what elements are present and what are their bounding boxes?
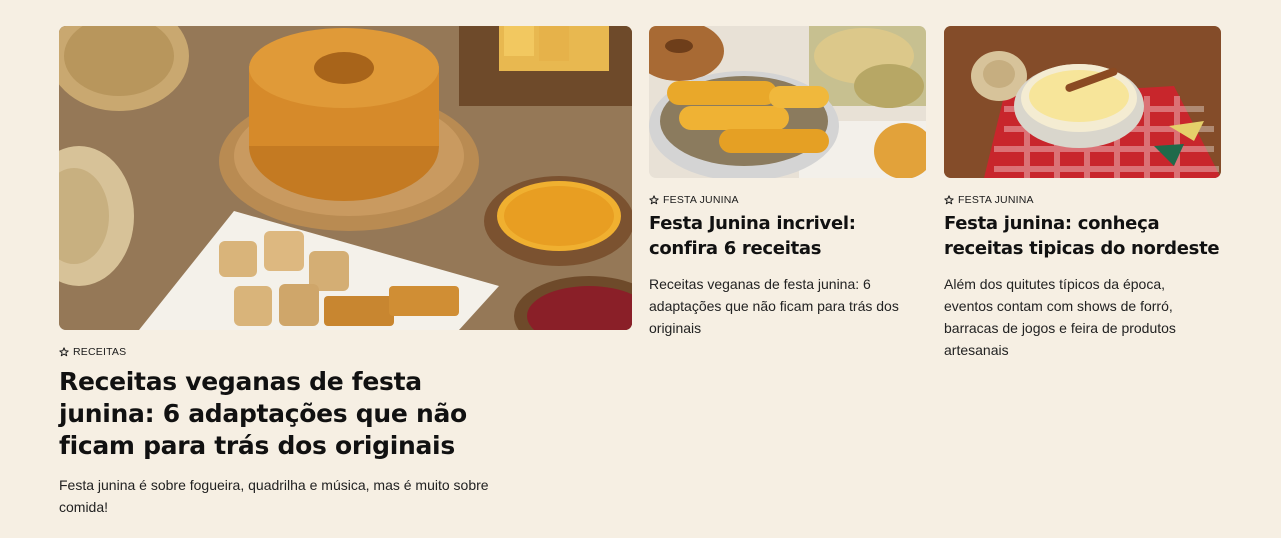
star-outline-icon — [944, 195, 954, 205]
article-card-featured[interactable]: RECEITAS Receitas veganas de festa junin… — [59, 26, 632, 518]
article-image-featured[interactable] — [59, 26, 632, 330]
article-title-featured[interactable]: Receitas veganas de festa junina: 6 adap… — [59, 366, 519, 462]
article-card-2[interactable]: FESTA JUNINA Festa Junina incrivel: conf… — [649, 26, 926, 339]
food-photo-corn-bowl — [649, 26, 926, 178]
article-title-2[interactable]: Festa Junina incrivel: confira 6 receita… — [649, 211, 926, 261]
article-description-3: Além dos quitutes típicos da época, even… — [944, 276, 1176, 358]
food-photo-cake-corn — [59, 26, 632, 330]
article-title-3[interactable]: Festa junina: conheça receitas tipicas d… — [944, 211, 1221, 261]
star-outline-icon — [649, 195, 659, 205]
food-photo-canjica — [944, 26, 1221, 178]
star-outline-icon — [59, 347, 69, 357]
article-description-featured: Festa junina é sobre fogueira, quadrilha… — [59, 477, 489, 515]
tag-label: FESTA JUNINA — [958, 194, 1034, 206]
article-image-2[interactable] — [649, 26, 926, 178]
article-description-2: Receitas veganas de festa junina: 6 adap… — [649, 276, 899, 336]
article-card-3[interactable]: FESTA JUNINA Festa junina: conheça recei… — [944, 26, 1221, 361]
tag-label: FESTA JUNINA — [663, 194, 739, 206]
tag-label: RECEITAS — [73, 346, 127, 358]
article-tag-3: FESTA JUNINA — [944, 194, 1221, 206]
article-image-3[interactable] — [944, 26, 1221, 178]
article-tag-featured: RECEITAS — [59, 346, 632, 358]
article-grid: RECEITAS Receitas veganas de festa junin… — [0, 0, 1281, 538]
article-tag-2: FESTA JUNINA — [649, 194, 926, 206]
